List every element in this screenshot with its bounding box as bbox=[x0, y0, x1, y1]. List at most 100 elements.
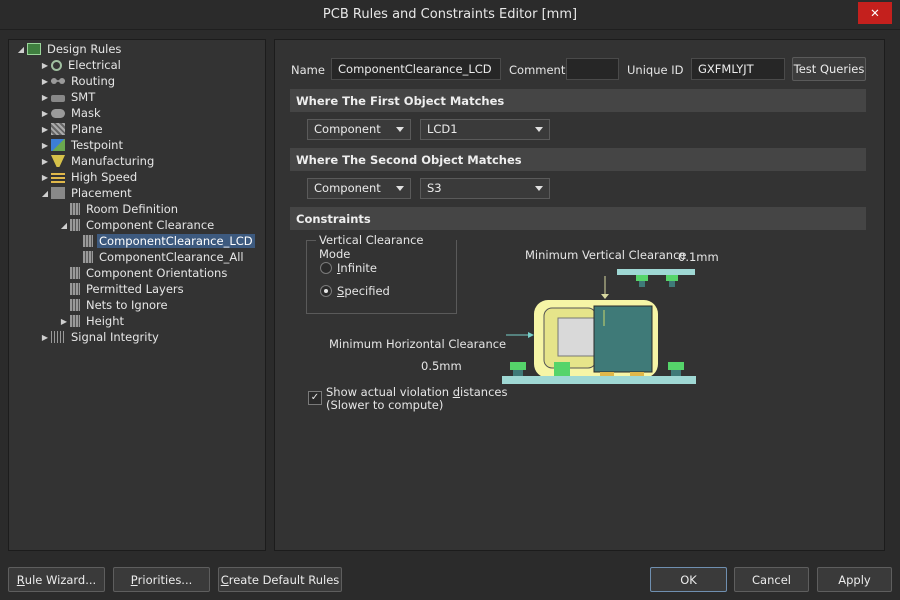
tree-item-routing[interactable]: ▶ Routing bbox=[39, 73, 117, 89]
chevron-down-icon bbox=[396, 186, 404, 191]
expand-arrow-icon[interactable]: ▶ bbox=[39, 125, 51, 134]
ok-button[interactable]: OK bbox=[650, 567, 727, 592]
first-object-type-dropdown[interactable]: Component bbox=[307, 119, 411, 140]
tree-item-placement[interactable]: ◢ Placement bbox=[39, 185, 134, 201]
vertical-clearance-mode-group: Vertical Clearance Mode Infinite Specifi… bbox=[306, 233, 457, 314]
test-queries-button[interactable]: Test Queries bbox=[792, 57, 866, 81]
tree-item-label: Manufacturing bbox=[71, 154, 155, 168]
tree-item-testpoint[interactable]: ▶ Testpoint bbox=[39, 137, 125, 153]
dropdown-value: S3 bbox=[427, 181, 442, 195]
tree-item-label: Height bbox=[86, 314, 125, 328]
tree-item-label: SMT bbox=[71, 90, 96, 104]
tree-item-height[interactable]: ▶ Height bbox=[58, 313, 126, 329]
unique-id-field[interactable]: GXFMLYJT bbox=[691, 58, 785, 80]
tree-item-label: Room Definition bbox=[86, 202, 179, 216]
tree-item-plane[interactable]: ▶ Plane bbox=[39, 121, 105, 137]
nets-to-ignore-icon bbox=[70, 299, 80, 311]
second-object-value-dropdown[interactable]: S3 bbox=[420, 178, 550, 199]
tree-item-label: Design Rules bbox=[47, 42, 122, 56]
constraints-header: Constraints bbox=[290, 207, 866, 230]
tree-item-label: Component Orientations bbox=[86, 266, 228, 280]
show-violation-distances-label[interactable]: Show actual violation distances (Slower … bbox=[326, 386, 507, 412]
tree-item-manufacturing[interactable]: ▶ Manufacturing bbox=[39, 153, 156, 169]
tree-item-mask[interactable]: ▶ Mask bbox=[39, 105, 103, 121]
tree-item-design-rules[interactable]: ◢ Design Rules bbox=[15, 41, 123, 57]
tree-item-label: Routing bbox=[71, 74, 116, 88]
tree-item-component-orientations[interactable]: Component Orientations bbox=[58, 265, 229, 281]
show-violation-distances-checkbox[interactable]: ✓ bbox=[308, 391, 322, 405]
rule-icon bbox=[83, 251, 93, 263]
electrical-icon bbox=[51, 59, 62, 71]
min-vertical-clearance-value[interactable]: 0.1mm bbox=[678, 250, 719, 264]
dropdown-value: Component bbox=[314, 181, 381, 195]
expand-arrow-icon[interactable]: ▶ bbox=[39, 93, 51, 102]
tree-item-label: Signal Integrity bbox=[71, 330, 159, 344]
tree-item-componentclearance-lcd[interactable]: ComponentClearance_LCD bbox=[83, 233, 255, 249]
close-button[interactable]: ✕ bbox=[858, 2, 892, 24]
design-rules-icon bbox=[27, 43, 41, 55]
first-object-value-dropdown[interactable]: LCD1 bbox=[420, 119, 550, 140]
apply-button[interactable]: Apply bbox=[817, 567, 892, 592]
second-object-type-dropdown[interactable]: Component bbox=[307, 178, 411, 199]
name-field[interactable]: ComponentClearance_LCD bbox=[331, 58, 501, 80]
comment-field[interactable] bbox=[566, 58, 619, 80]
collapse-arrow-icon[interactable]: ◢ bbox=[15, 45, 27, 54]
unique-id-label: Unique ID bbox=[627, 63, 684, 77]
min-vertical-clearance-label: Minimum Vertical Clearance bbox=[525, 248, 687, 262]
first-object-header: Where The First Object Matches bbox=[290, 89, 866, 112]
rules-tree-panel[interactable]: ◢ Design Rules ▶ Electrical ▶ Routing ▶ … bbox=[8, 39, 266, 551]
lower-board bbox=[502, 376, 696, 384]
rule-icon bbox=[83, 235, 93, 247]
clearance-diagram bbox=[502, 269, 696, 384]
tree-item-smt[interactable]: ▶ SMT bbox=[39, 89, 97, 105]
min-horizontal-clearance-label: Minimum Horizontal Clearance bbox=[329, 337, 507, 351]
tree-item-label: Testpoint bbox=[71, 138, 123, 152]
name-label: Name bbox=[291, 63, 325, 77]
component-body bbox=[593, 305, 653, 373]
chevron-down-icon bbox=[535, 127, 543, 132]
tree-item-label: Component Clearance bbox=[86, 218, 215, 232]
expand-arrow-icon[interactable]: ▶ bbox=[39, 157, 51, 166]
create-default-rules-button[interactable]: Create Default Rules bbox=[218, 567, 342, 592]
cancel-button[interactable]: Cancel bbox=[734, 567, 809, 592]
tree-item-label: Plane bbox=[71, 122, 103, 136]
dropdown-value: LCD1 bbox=[427, 122, 458, 136]
expand-arrow-icon[interactable]: ▶ bbox=[39, 109, 51, 118]
collapse-arrow-icon[interactable]: ◢ bbox=[39, 189, 51, 198]
tree-item-label: Mask bbox=[71, 106, 101, 120]
collapse-arrow-icon[interactable]: ◢ bbox=[58, 221, 70, 230]
dropdown-value: Component bbox=[314, 122, 381, 136]
manufacturing-icon bbox=[51, 155, 65, 167]
comment-label: Comment bbox=[509, 63, 566, 77]
signal-integrity-icon bbox=[51, 331, 65, 343]
tree-item-signal-integrity[interactable]: ▶ Signal Integrity bbox=[39, 329, 161, 345]
tree-item-component-clearance[interactable]: ◢ Component Clearance bbox=[58, 217, 216, 233]
rule-wizard-button[interactable]: Rule Wizard... bbox=[8, 567, 105, 592]
tree-item-high-speed[interactable]: ▶ High Speed bbox=[39, 169, 139, 185]
smt-icon bbox=[51, 94, 65, 102]
specified-radio[interactable]: Specified bbox=[320, 284, 390, 298]
tree-item-permitted-layers[interactable]: Permitted Layers bbox=[58, 281, 186, 297]
priorities-button[interactable]: Priorities... bbox=[113, 567, 210, 592]
chevron-down-icon bbox=[396, 127, 404, 132]
infinite-radio[interactable]: Infinite bbox=[320, 261, 377, 275]
title-bar: PCB Rules and Constraints Editor [mm] ✕ bbox=[0, 0, 900, 30]
tree-item-electrical[interactable]: ▶ Electrical bbox=[39, 57, 123, 73]
tree-item-componentclearance-all[interactable]: ComponentClearance_All bbox=[83, 249, 246, 265]
expand-arrow-icon[interactable]: ▶ bbox=[39, 173, 51, 182]
tree-item-label: High Speed bbox=[71, 170, 138, 184]
tree-item-nets-to-ignore[interactable]: Nets to Ignore bbox=[58, 297, 170, 313]
tree-item-label: Nets to Ignore bbox=[86, 298, 168, 312]
tree-item-label: Electrical bbox=[68, 58, 121, 72]
expand-arrow-icon[interactable]: ▶ bbox=[39, 77, 51, 86]
tree-item-label: Permitted Layers bbox=[86, 282, 184, 296]
tree-item-room-definition[interactable]: Room Definition bbox=[58, 201, 180, 217]
mask-icon bbox=[51, 108, 65, 118]
chevron-down-icon bbox=[535, 186, 543, 191]
expand-arrow-icon[interactable]: ▶ bbox=[58, 317, 70, 326]
min-horizontal-clearance-value[interactable]: 0.5mm bbox=[421, 359, 462, 373]
expand-arrow-icon[interactable]: ▶ bbox=[39, 141, 51, 150]
placement-icon bbox=[51, 187, 65, 199]
expand-arrow-icon[interactable]: ▶ bbox=[39, 61, 51, 70]
expand-arrow-icon[interactable]: ▶ bbox=[39, 333, 51, 342]
